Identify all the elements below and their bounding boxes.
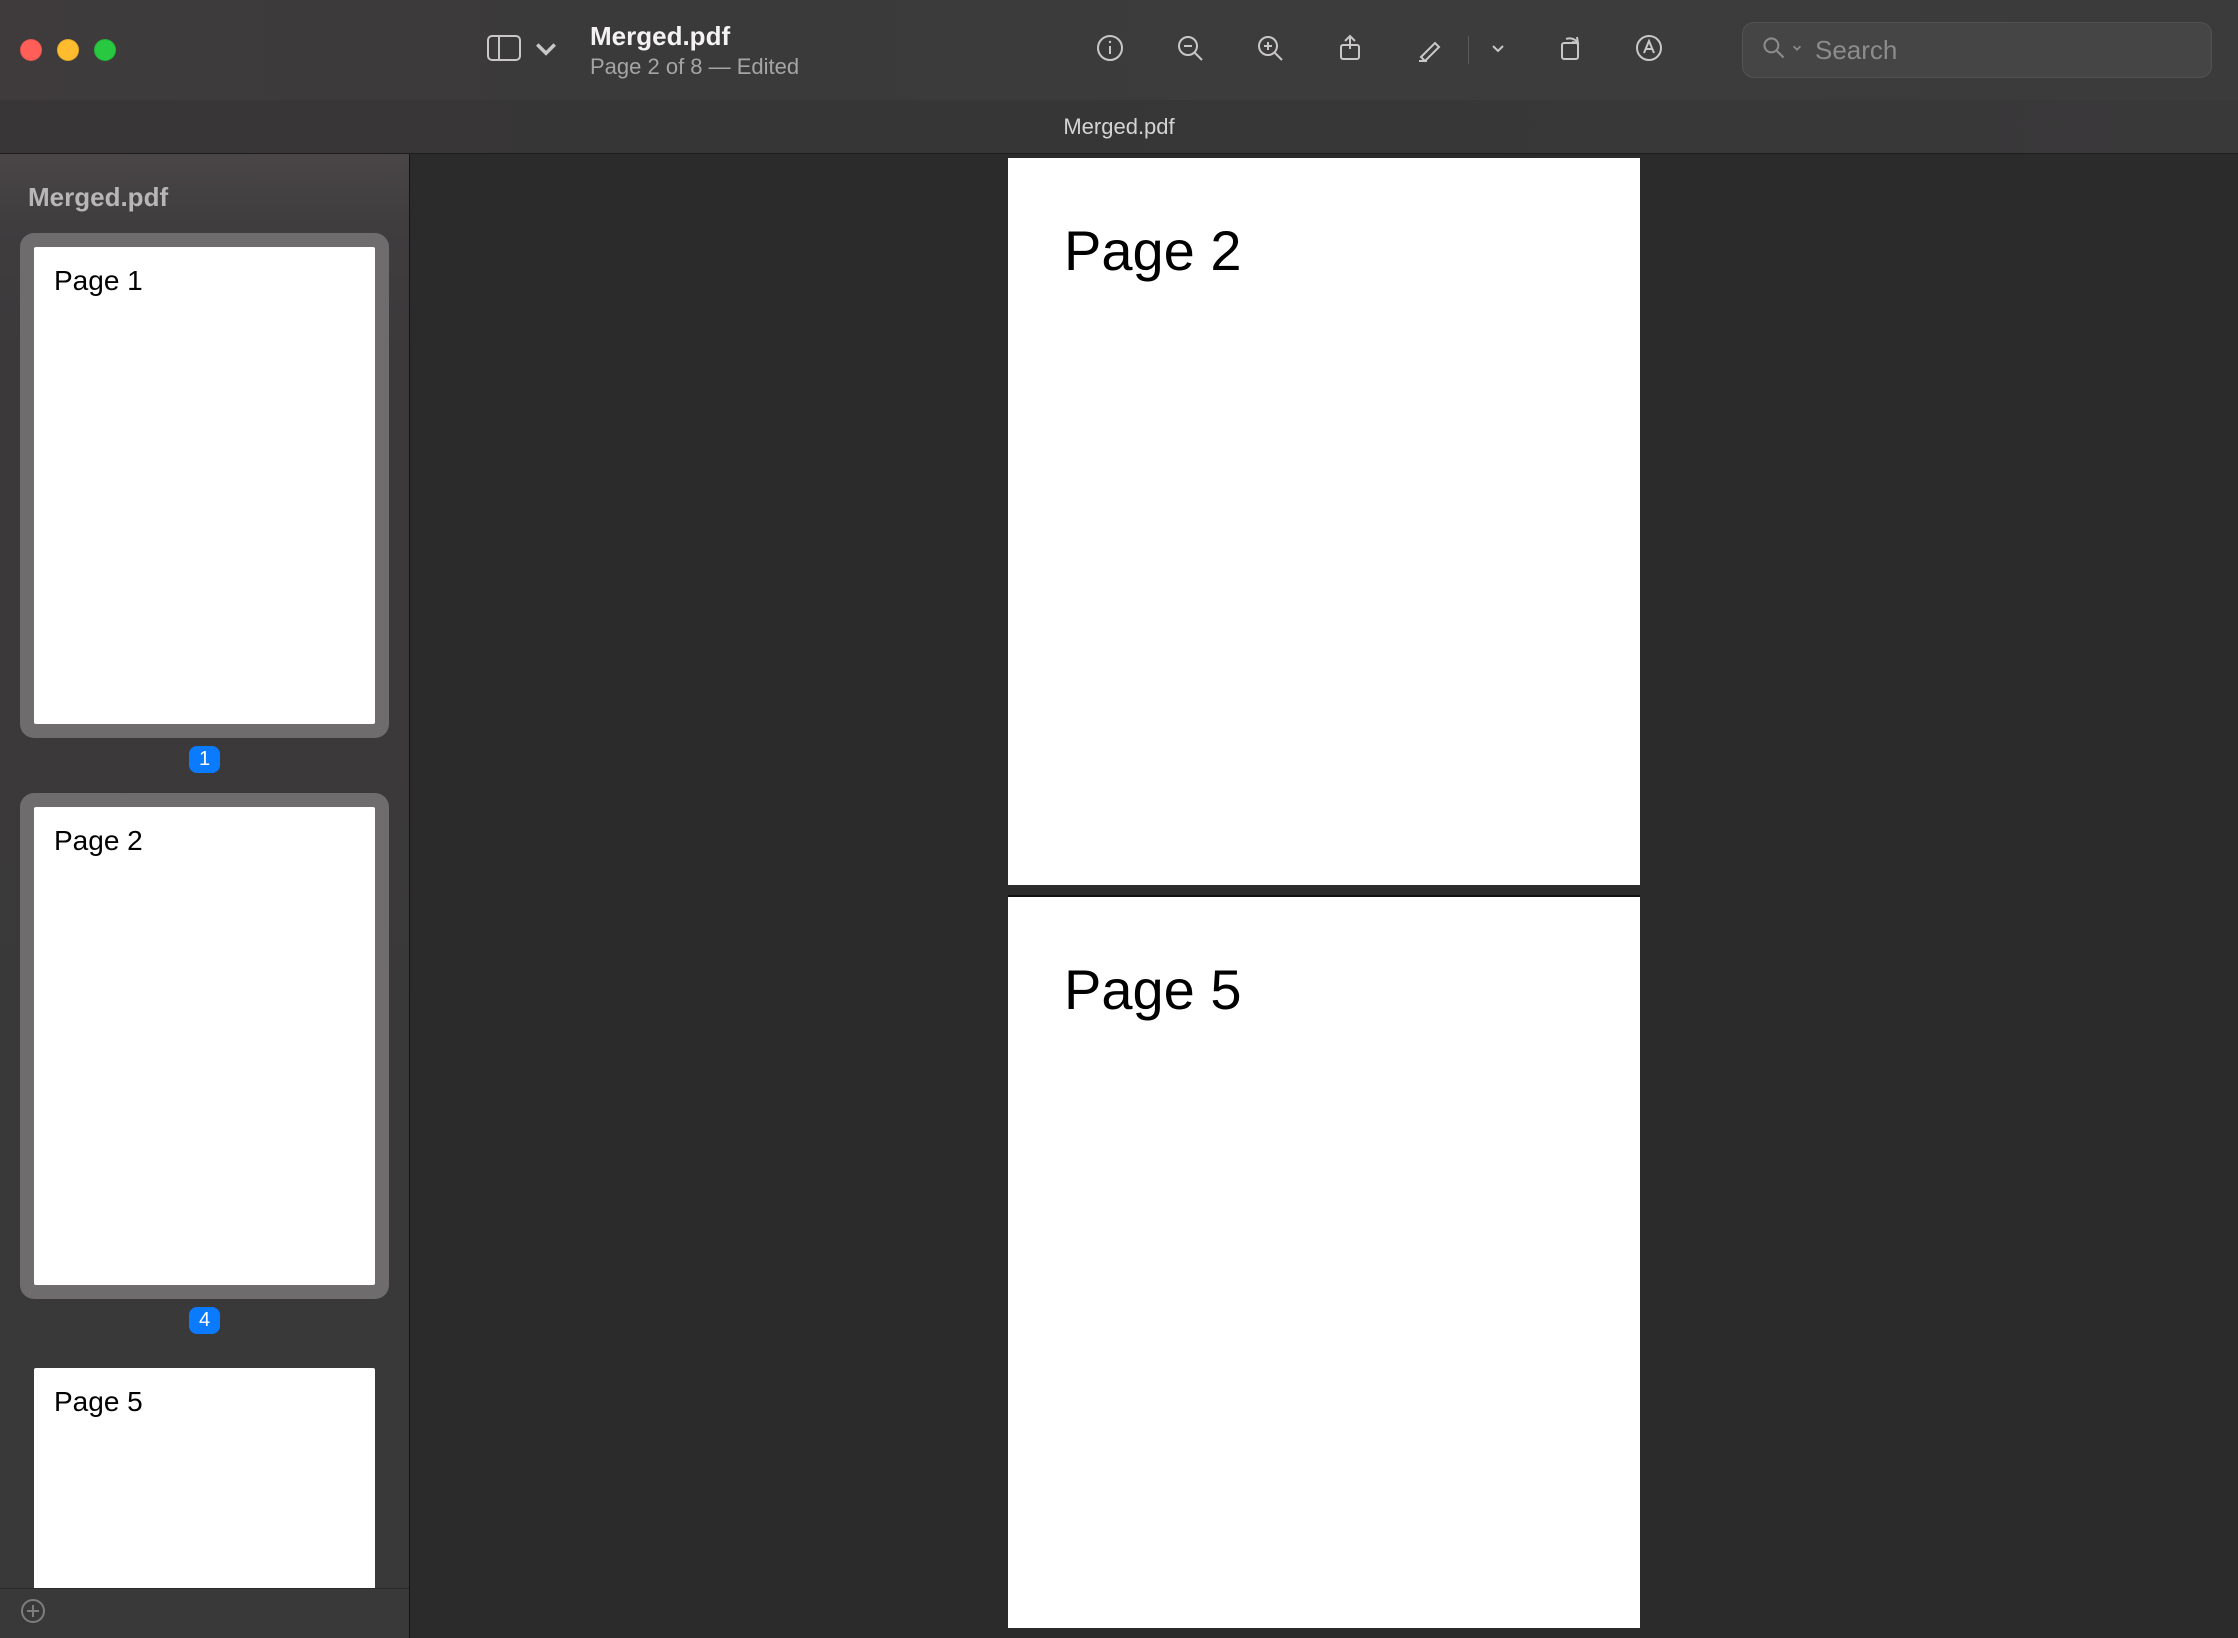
search-input[interactable] — [1815, 35, 2193, 66]
zoom-out-icon — [1175, 33, 1205, 68]
page-canvas[interactable]: Page 2 Page 5 — [410, 154, 2238, 1638]
view-menu-button[interactable] — [486, 34, 564, 67]
window-controls — [20, 39, 116, 61]
document-subtitle: Page 2 of 8 — Edited — [590, 53, 799, 81]
chevron-down-icon — [528, 34, 564, 67]
thumbnail-list[interactable]: Page 1 1 Page 2 4 Page 5 — [0, 225, 409, 1588]
inspector-button[interactable] — [1090, 30, 1130, 70]
chevron-down-icon — [1490, 40, 1506, 61]
titlebar: Merged.pdf Page 2 of 8 — Edited — [0, 0, 2238, 100]
document-title: Merged.pdf — [590, 20, 799, 53]
minimize-window-button[interactable] — [57, 39, 79, 61]
search-field[interactable] — [1742, 22, 2212, 78]
page-heading: Page 5 — [1064, 957, 1584, 1022]
sidebar-icon — [486, 34, 522, 67]
highlight-menu-button[interactable] — [1487, 30, 1509, 70]
thumbnail-page-label: Page 2 — [54, 825, 143, 856]
search-icon — [1761, 35, 1787, 66]
thumbnail-sidebar: Merged.pdf Page 1 1 Page 2 4 — [0, 154, 410, 1638]
zoom-out-button[interactable] — [1170, 30, 1210, 70]
markup-button[interactable] — [1629, 30, 1669, 70]
info-icon — [1095, 33, 1125, 68]
thumbnail-item[interactable]: Page 1 1 — [20, 233, 389, 773]
title-block: Merged.pdf Page 2 of 8 — Edited — [590, 20, 799, 80]
thumbnail-page-number: 4 — [189, 1307, 220, 1334]
sidebar-footer — [0, 1588, 409, 1638]
close-window-button[interactable] — [20, 39, 42, 61]
zoom-in-button[interactable] — [1250, 30, 1290, 70]
toolbar-divider — [1468, 36, 1469, 64]
page-view[interactable]: Page 2 — [1008, 158, 1640, 885]
highlight-group — [1410, 30, 1509, 70]
sidebar-title: Merged.pdf — [0, 154, 409, 225]
page-heading: Page 2 — [1064, 218, 1584, 283]
chevron-down-icon — [1791, 41, 1803, 59]
markup-icon — [1634, 33, 1664, 68]
highlight-button[interactable] — [1410, 30, 1450, 70]
tab-title[interactable]: Merged.pdf — [1063, 114, 1174, 140]
add-page-icon[interactable] — [20, 1598, 46, 1629]
thumbnail-page-preview: Page 1 — [34, 247, 375, 724]
fullscreen-window-button[interactable] — [94, 39, 116, 61]
highlight-icon — [1415, 33, 1445, 68]
thumbnail-page-label: Page 1 — [54, 265, 143, 296]
content-split: Merged.pdf Page 1 1 Page 2 4 — [0, 154, 2238, 1638]
tab-bar: Merged.pdf — [0, 100, 2238, 154]
page-view[interactable]: Page 5 — [1008, 895, 1640, 1628]
thumbnail-page-preview: Page 5 — [34, 1368, 375, 1588]
share-button[interactable] — [1330, 30, 1370, 70]
rotate-icon — [1554, 33, 1584, 68]
thumbnail-item[interactable]: Page 5 — [20, 1354, 389, 1588]
share-icon — [1335, 33, 1365, 68]
zoom-in-icon — [1255, 33, 1285, 68]
thumbnail-page-preview: Page 2 — [34, 807, 375, 1284]
thumbnail-card: Page 1 — [20, 233, 389, 738]
thumbnail-card: Page 2 — [20, 793, 389, 1298]
thumbnail-page-label: Page 5 — [54, 1386, 143, 1417]
thumbnail-item[interactable]: Page 2 4 — [20, 793, 389, 1333]
thumbnail-page-number: 1 — [189, 746, 220, 773]
rotate-button[interactable] — [1549, 30, 1589, 70]
toolbar — [1090, 30, 1669, 70]
